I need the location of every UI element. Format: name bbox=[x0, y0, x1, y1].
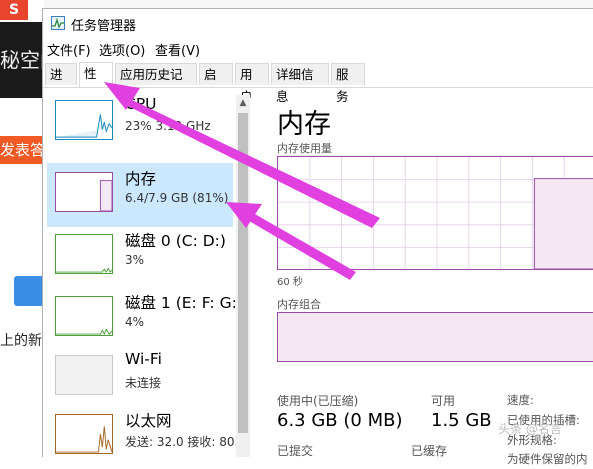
disk1-mini-graph bbox=[55, 296, 113, 336]
memory-composition-bar bbox=[277, 312, 593, 362]
scroll-up-arrow-icon[interactable]: ▲ bbox=[236, 95, 250, 111]
wifi-mini-graph bbox=[55, 355, 113, 395]
window-title: 任务管理器 bbox=[71, 19, 137, 34]
cached-label: 已缓存 bbox=[411, 444, 448, 458]
resource-ethernet[interactable]: 以太网 发送: 32.0 接收: 80. bbox=[47, 405, 238, 469]
disk0-usage: 3% bbox=[125, 253, 145, 267]
resource-list-scrollbar[interactable]: ▲ bbox=[236, 95, 250, 457]
browser-logo-icon: S bbox=[0, 0, 28, 20]
background-answer-button[interactable]: 发表答 bbox=[0, 136, 44, 164]
tab-startup[interactable]: 启动 bbox=[199, 63, 233, 104]
wifi-status: 未连接 bbox=[125, 376, 162, 390]
ethernet-throughput: 发送: 32.0 接收: 80. bbox=[125, 435, 239, 449]
time-axis-label: 60 秒 bbox=[277, 277, 303, 288]
available-label: 可用 bbox=[431, 394, 456, 408]
task-manager-window: 任务管理器 文件(F) 选项(O) 查看(V) 进程 性能 应用历史记录 启动 … bbox=[42, 8, 593, 466]
tab-processes[interactable]: 进程 bbox=[45, 63, 77, 104]
cpu-mini-graph bbox=[55, 100, 113, 140]
title-bar[interactable]: 任务管理器 bbox=[43, 9, 593, 37]
tab-users[interactable]: 用户 bbox=[235, 63, 269, 104]
tab-performance[interactable]: 性能 bbox=[79, 62, 113, 103]
memory-usage-graph bbox=[277, 156, 593, 270]
disk1-usage: 4% bbox=[125, 315, 145, 329]
available-value: 1.5 GB bbox=[431, 410, 492, 431]
cpu-usage: 23% 3.12 GHz bbox=[125, 119, 211, 133]
background-blue-button[interactable] bbox=[14, 276, 44, 306]
in-use-value: 6.3 GB (0 MB) bbox=[277, 410, 403, 431]
menu-options[interactable]: 选项(O) bbox=[99, 40, 145, 59]
wifi-name: Wi-Fi bbox=[125, 350, 162, 368]
menu-bar: 文件(F) 选项(O) 查看(V) bbox=[43, 37, 593, 59]
hardware-reserved-label: 为硬件保留的内 bbox=[507, 452, 588, 466]
detail-title: 内存 bbox=[277, 109, 331, 140]
tab-details[interactable]: 详细信息 bbox=[271, 63, 329, 104]
tab-app-history[interactable]: 应用历史记录 bbox=[115, 63, 197, 104]
speed-label: 速度: bbox=[507, 393, 534, 407]
tab-bar: 进程 性能 应用历史记录 启动 用户 详细信息 服务 bbox=[43, 61, 593, 104]
ethernet-name: 以太网 bbox=[125, 412, 172, 430]
in-use-label: 使用中(已压缩) bbox=[277, 394, 359, 408]
memory-composition-label: 内存组合 bbox=[277, 298, 321, 311]
resource-disk-1[interactable]: 磁盘 1 (E: F: G:) 4% bbox=[47, 287, 243, 351]
memory-usage-label: 内存使用量 bbox=[277, 142, 332, 155]
background-page-top bbox=[0, 0, 593, 8]
menu-file[interactable]: 文件(F) bbox=[47, 40, 91, 59]
resource-cpu[interactable]: CPU 23% 3.12 GHz bbox=[47, 91, 233, 155]
resource-memory[interactable]: 内存 6.4/7.9 GB (81%) bbox=[47, 163, 233, 227]
memory-usage: 6.4/7.9 GB (81%) bbox=[125, 191, 229, 205]
watermark: 头条 @名言 bbox=[498, 422, 562, 436]
resource-wifi[interactable]: Wi-Fi 未连接 bbox=[47, 346, 233, 410]
committed-label: 已提交 bbox=[277, 444, 314, 458]
background-banner: 秘空间 bbox=[0, 22, 44, 98]
memory-detail-panel: 内存 内存使用量 60 秒 内存组合 使用中(已压缩) 6.3 GB (0 MB… bbox=[263, 88, 593, 466]
resource-disk-0[interactable]: 磁盘 0 (C: D:) 3% bbox=[47, 225, 233, 289]
cpu-name: CPU bbox=[125, 95, 157, 113]
background-text: 上的新 bbox=[0, 333, 42, 349]
resource-list: CPU 23% 3.12 GHz 内存 6.4/7.9 GB (81%) 磁盘 … bbox=[43, 88, 243, 457]
menu-view[interactable]: 查看(V) bbox=[155, 40, 200, 59]
scroll-thumb[interactable] bbox=[238, 113, 248, 433]
memory-mini-graph bbox=[55, 172, 113, 212]
ethernet-mini-graph bbox=[55, 414, 113, 454]
disk0-name: 磁盘 0 (C: D:) bbox=[125, 232, 226, 250]
task-manager-icon bbox=[51, 16, 65, 30]
disk0-mini-graph bbox=[55, 234, 113, 274]
tab-services[interactable]: 服务 bbox=[331, 63, 365, 104]
memory-name: 内存 bbox=[125, 170, 157, 188]
disk1-name: 磁盘 1 (E: F: G:) bbox=[125, 294, 243, 312]
